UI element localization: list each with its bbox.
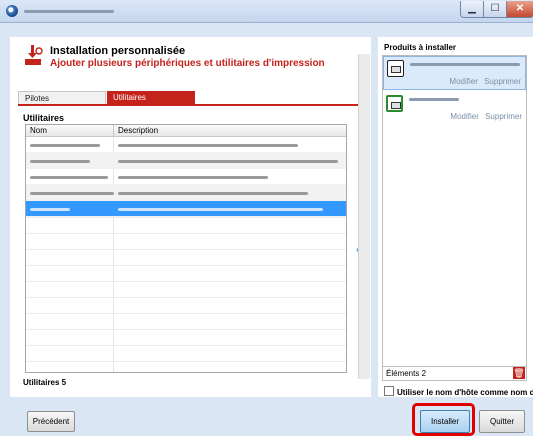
empty-row-line bbox=[26, 297, 346, 298]
row-description-blurred bbox=[118, 192, 308, 195]
elements-count-bar: Éléments 2 🗑 bbox=[382, 366, 527, 381]
install-button[interactable]: Installer bbox=[420, 410, 470, 433]
product-item[interactable]: Modifier Supprimer bbox=[383, 92, 526, 126]
vertical-scrollbar[interactable] bbox=[358, 54, 370, 379]
hostname-label: Utiliser le nom d'hôte comme nom de port bbox=[397, 388, 533, 397]
trash-icon[interactable]: 🗑 bbox=[513, 367, 525, 379]
installer-window: ▁ ☐ ✕ Installation personnalisée Ajouter… bbox=[0, 0, 533, 436]
row-name-blurred bbox=[30, 160, 90, 163]
row-name-blurred bbox=[30, 144, 100, 147]
products-panel: Produits à installer Modifier Supprimer … bbox=[378, 37, 533, 397]
utility-app-icon bbox=[386, 95, 403, 112]
section-title: Utilitaires bbox=[23, 113, 65, 123]
column-header-nom[interactable]: Nom bbox=[30, 125, 47, 136]
empty-row-line bbox=[26, 249, 346, 250]
empty-row-line bbox=[26, 281, 346, 282]
close-button[interactable]: ✕ bbox=[506, 1, 533, 18]
page-title: Installation personnalisée bbox=[50, 45, 186, 57]
window-title-blurred bbox=[24, 10, 114, 13]
column-header-description[interactable]: Description bbox=[118, 125, 158, 136]
modify-link[interactable]: Modifier bbox=[450, 112, 478, 121]
table-row[interactable] bbox=[26, 169, 346, 185]
app-icon bbox=[6, 5, 18, 17]
table-row[interactable] bbox=[26, 185, 346, 201]
column-divider bbox=[113, 125, 114, 136]
empty-row-line bbox=[26, 265, 346, 266]
hostname-checkbox[interactable] bbox=[384, 386, 394, 396]
product-actions: Modifier Supprimer bbox=[445, 77, 521, 86]
row-description-blurred bbox=[118, 176, 268, 179]
table-row-selected[interactable] bbox=[26, 201, 346, 217]
title-bar: ▁ ☐ ✕ bbox=[0, 0, 533, 23]
previous-button[interactable]: Précédent bbox=[27, 411, 75, 432]
products-list: Modifier Supprimer Modifier Supprimer bbox=[382, 55, 527, 369]
empty-row-line bbox=[26, 345, 346, 346]
quit-button[interactable]: Quitter bbox=[479, 410, 525, 433]
delete-link[interactable]: Supprimer bbox=[484, 77, 521, 86]
printer-icon bbox=[387, 60, 404, 77]
products-title: Produits à installer bbox=[384, 43, 457, 52]
install-download-icon bbox=[25, 45, 43, 65]
minimize-button[interactable]: ▁ bbox=[460, 1, 484, 18]
maximize-button[interactable]: ☐ bbox=[483, 1, 507, 18]
product-actions: Modifier Supprimer bbox=[446, 112, 522, 121]
delete-link[interactable]: Supprimer bbox=[485, 112, 522, 121]
tab-utilitaires[interactable]: Utilitaires bbox=[107, 91, 195, 104]
empty-row-line bbox=[26, 217, 346, 218]
page-subtitle: Ajouter plusieurs périphériques et utili… bbox=[50, 58, 325, 69]
table-row[interactable] bbox=[26, 153, 346, 169]
product-item[interactable]: Modifier Supprimer bbox=[383, 56, 526, 90]
tab-bar: Pilotes Utilitaires bbox=[18, 91, 364, 106]
row-description-blurred bbox=[118, 208, 323, 211]
tab-pilotes[interactable]: Pilotes bbox=[18, 91, 106, 104]
row-name-blurred bbox=[30, 208, 70, 211]
utilities-panel: Installation personnalisée Ajouter plusi… bbox=[10, 37, 371, 397]
row-name-blurred bbox=[30, 176, 108, 179]
table-row[interactable] bbox=[26, 137, 346, 153]
row-description-blurred bbox=[118, 160, 338, 163]
empty-row-line bbox=[26, 233, 346, 234]
table-header: Nom Description bbox=[26, 125, 346, 137]
empty-row-line bbox=[26, 329, 346, 330]
table-rows bbox=[26, 137, 346, 217]
product-name-blurred bbox=[410, 63, 520, 66]
hostname-option[interactable]: Utiliser le nom d'hôte comme nom de port bbox=[384, 386, 533, 397]
utilities-count: Utilitaires 5 bbox=[23, 378, 67, 387]
elements-count: Éléments 2 bbox=[386, 369, 427, 378]
empty-row-line bbox=[26, 361, 346, 362]
modify-link[interactable]: Modifier bbox=[449, 77, 477, 86]
row-name-blurred bbox=[30, 192, 114, 195]
product-name-blurred bbox=[409, 98, 459, 101]
empty-row-line bbox=[26, 313, 346, 314]
row-description-blurred bbox=[118, 144, 298, 147]
utilities-table: Nom Description bbox=[25, 124, 347, 373]
